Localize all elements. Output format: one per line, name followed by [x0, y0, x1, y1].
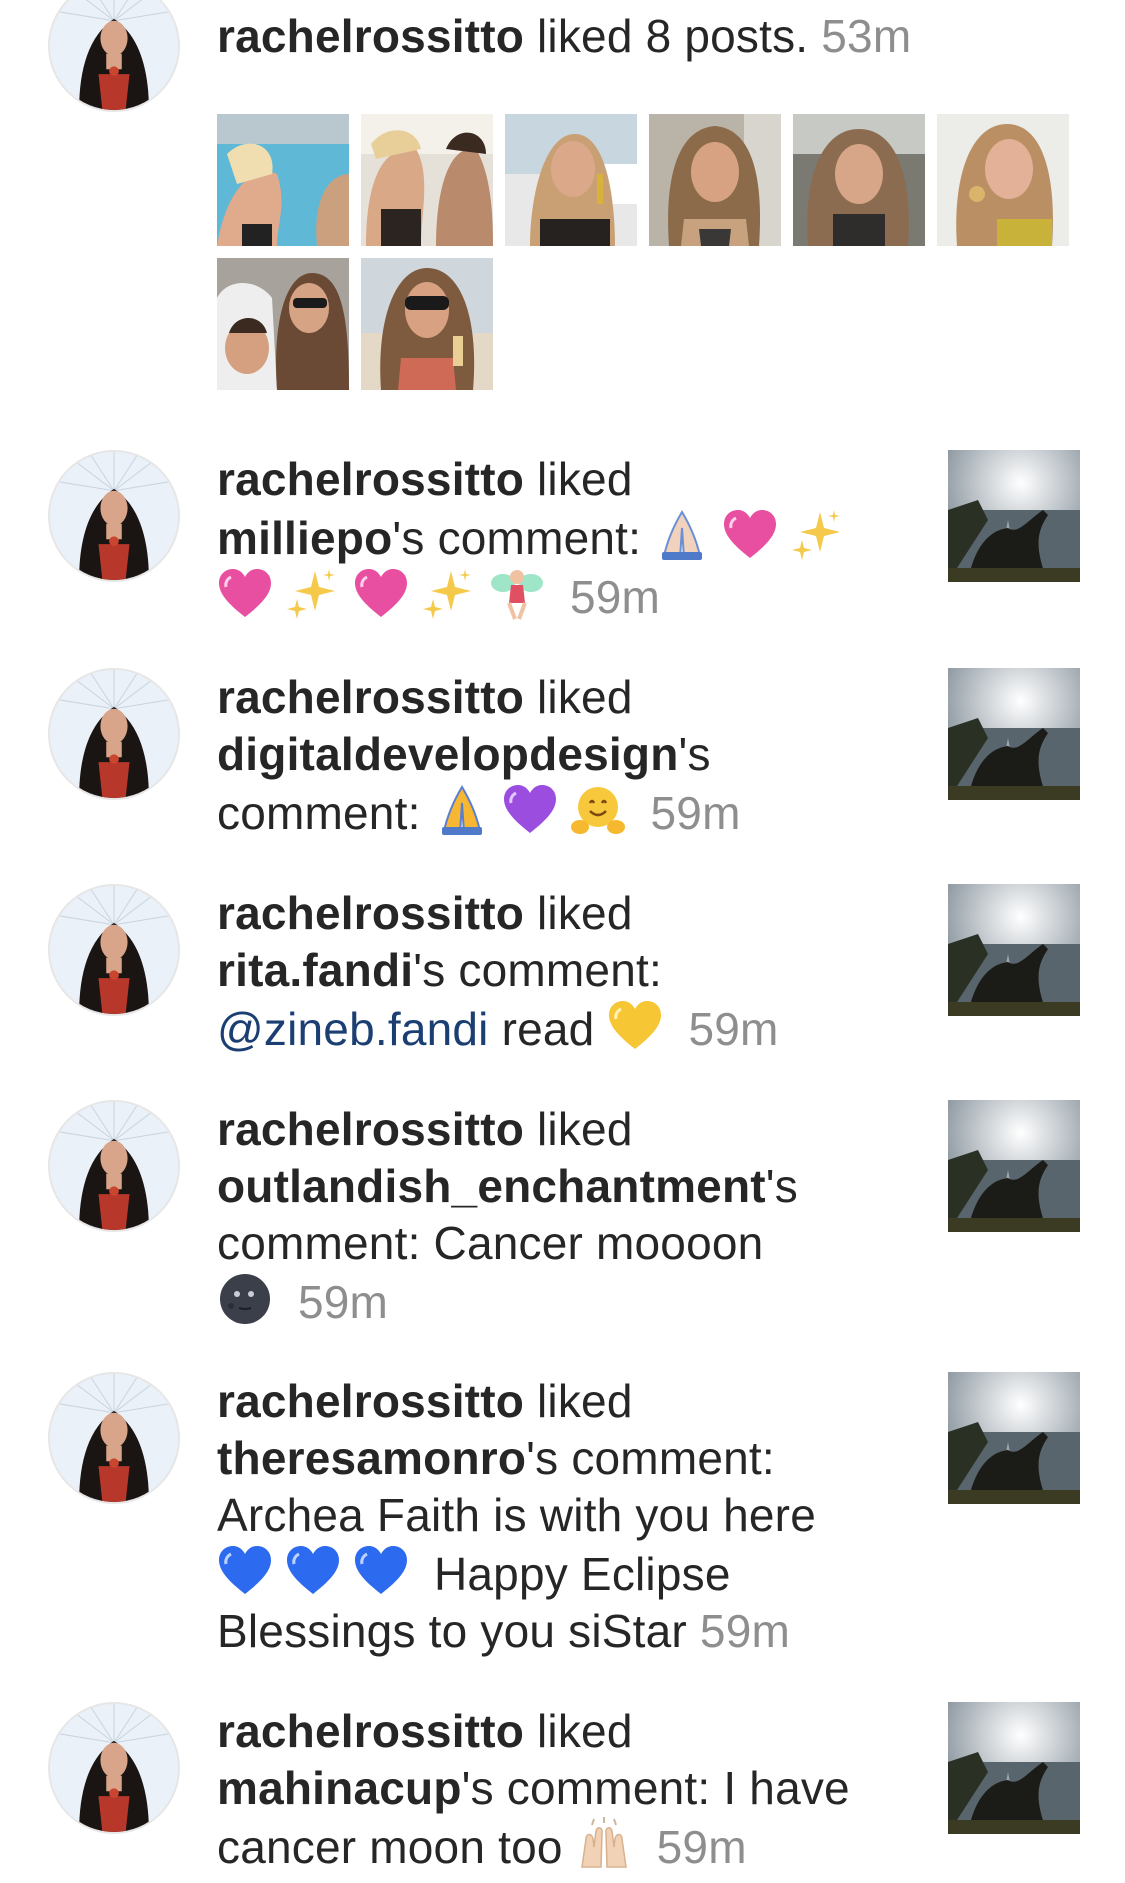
comment-text: comment: Cancer moooon	[217, 1217, 764, 1269]
avatar-portrait-icon	[50, 452, 178, 580]
activity-text: rachelrossitto liked outlandish_enchantm…	[217, 1101, 917, 1331]
blue-heart-icon	[285, 1544, 341, 1598]
comment-label: 's	[678, 728, 711, 780]
activity-row[interactable]: rachelrossitto liked digitaldevelopdesig…	[0, 663, 1125, 853]
avatar-portrait-icon	[50, 670, 178, 798]
activity-text: rachelrossitto liked mahinacup's comment…	[217, 1703, 917, 1876]
avatar[interactable]	[48, 0, 180, 112]
fairy-icon	[489, 567, 545, 621]
commenter-username[interactable]: mahinacup	[217, 1762, 462, 1814]
username[interactable]: rachelrossitto	[217, 453, 524, 505]
action-text: liked 8 posts.	[537, 10, 809, 62]
sparkles-icon	[790, 508, 846, 562]
yellow-heart-icon	[607, 999, 663, 1053]
post-thumbnail[interactable]	[948, 884, 1080, 1016]
pink-heart-icon	[722, 508, 778, 562]
comment-text: Archea Faith is with you here	[217, 1489, 816, 1541]
timestamp: 59m	[656, 1821, 747, 1873]
timestamp: 59m	[688, 1003, 779, 1055]
avatar-portrait-icon	[50, 1102, 178, 1230]
action-text: liked	[537, 453, 633, 505]
comment-label: 's comment:	[392, 512, 642, 564]
post-thumbnail-beach-couple[interactable]	[361, 114, 493, 246]
commenter-username[interactable]: outlandish_enchantment	[217, 1160, 766, 1212]
avatar-portrait-icon	[50, 0, 178, 110]
activity-row[interactable]: rachelrossitto liked rita.fandi's commen…	[0, 879, 1125, 1069]
comment-text: cancer moon too	[217, 1821, 563, 1873]
post-thumbnail-child-hood[interactable]	[217, 258, 349, 390]
timestamp: 59m	[297, 1276, 389, 1328]
avatar-portrait-icon	[50, 886, 178, 1014]
activity-feed: rachelrossitto liked 8 posts. 53m rachel…	[0, 0, 1125, 1883]
timestamp: 59m	[650, 787, 741, 839]
comment-label: 's comment:	[526, 1432, 775, 1484]
sparkles-icon	[421, 567, 477, 621]
action-text: liked	[537, 887, 633, 939]
timestamp: 59m	[569, 571, 661, 623]
commenter-username[interactable]: digitaldevelopdesign	[217, 728, 679, 780]
activity-text: rachelrossitto liked theresamonro's comm…	[217, 1373, 917, 1660]
avatar[interactable]	[48, 668, 180, 800]
username[interactable]: rachelrossitto	[217, 1705, 524, 1757]
comment-text: read	[501, 1003, 595, 1055]
username[interactable]: rachelrossitto	[217, 887, 524, 939]
action-text: liked	[537, 1375, 633, 1427]
activity-row-liked-posts[interactable]: rachelrossitto liked 8 posts. 53m	[0, 0, 1125, 390]
post-thumbnail[interactable]	[948, 1372, 1080, 1504]
mention-link[interactable]: @zineb.fandi	[217, 1003, 489, 1055]
comment-label: 's comment: I have	[461, 1762, 850, 1814]
commenter-username[interactable]: theresamonro	[217, 1432, 526, 1484]
blue-heart-icon	[353, 1544, 409, 1598]
post-thumbnail[interactable]	[948, 668, 1080, 800]
raising-hands-icon	[576, 1817, 632, 1871]
activity-row[interactable]: rachelrossitto liked milliepo's comment:…	[0, 445, 1125, 635]
comment-label: 's	[765, 1160, 798, 1212]
post-thumbnail[interactable]	[948, 1702, 1080, 1834]
purple-heart-icon	[502, 783, 558, 837]
blue-heart-icon	[217, 1544, 273, 1598]
timestamp: 59m	[699, 1605, 791, 1657]
comment-text: comment:	[217, 787, 421, 839]
activity-row[interactable]: rachelrossitto liked mahinacup's comment…	[0, 1697, 1125, 1883]
username[interactable]: rachelrossitto	[217, 671, 524, 723]
post-thumbnail[interactable]	[948, 1100, 1080, 1232]
username[interactable]: rachelrossitto	[217, 1375, 524, 1427]
commenter-username[interactable]: rita.fandi	[217, 944, 413, 996]
activity-text: rachelrossitto liked rita.fandi's commen…	[217, 885, 917, 1058]
post-thumbnail-pool[interactable]	[217, 114, 349, 246]
avatar[interactable]	[48, 884, 180, 1016]
post-thumbnail-selfie-lips[interactable]	[937, 114, 1069, 246]
folded-hands-icon	[434, 783, 490, 837]
pink-heart-icon	[217, 567, 273, 621]
timestamp: 53m	[821, 10, 912, 62]
username[interactable]: rachelrossitto	[217, 1103, 524, 1155]
folded-hands-light-icon	[654, 508, 710, 562]
activity-row[interactable]: rachelrossitto liked theresamonro's comm…	[0, 1367, 1125, 1667]
sparkles-icon	[285, 567, 341, 621]
post-thumbnail-sunglasses[interactable]	[361, 258, 493, 390]
hugging-face-icon	[570, 783, 626, 837]
pink-heart-icon	[353, 567, 409, 621]
avatar[interactable]	[48, 450, 180, 582]
avatar[interactable]	[48, 1100, 180, 1232]
new-moon-face-icon	[217, 1272, 273, 1326]
commenter-username[interactable]: milliepo	[217, 512, 392, 564]
post-thumbnail-selfie-bob[interactable]	[649, 114, 781, 246]
action-text: liked	[537, 671, 633, 723]
avatar[interactable]	[48, 1702, 180, 1834]
avatar-portrait-icon	[50, 1704, 178, 1832]
username[interactable]: rachelrossitto	[217, 10, 524, 62]
activity-row[interactable]: rachelrossitto liked outlandish_enchantm…	[0, 1095, 1125, 1335]
comment-label: 's comment:	[413, 944, 662, 996]
post-thumbnail-selfie-car[interactable]	[793, 114, 925, 246]
action-text: liked	[537, 1705, 633, 1757]
avatar-portrait-icon	[50, 1374, 178, 1502]
post-thumbnail[interactable]	[948, 450, 1080, 582]
activity-text: rachelrossitto liked 8 posts. 53m	[217, 8, 1077, 65]
post-thumbnail-selfie-coast[interactable]	[505, 114, 637, 246]
avatar[interactable]	[48, 1372, 180, 1504]
action-text: liked	[537, 1103, 633, 1155]
activity-text: rachelrossitto liked milliepo's comment:…	[217, 451, 917, 626]
activity-text: rachelrossitto liked digitaldevelopdesig…	[217, 669, 917, 842]
